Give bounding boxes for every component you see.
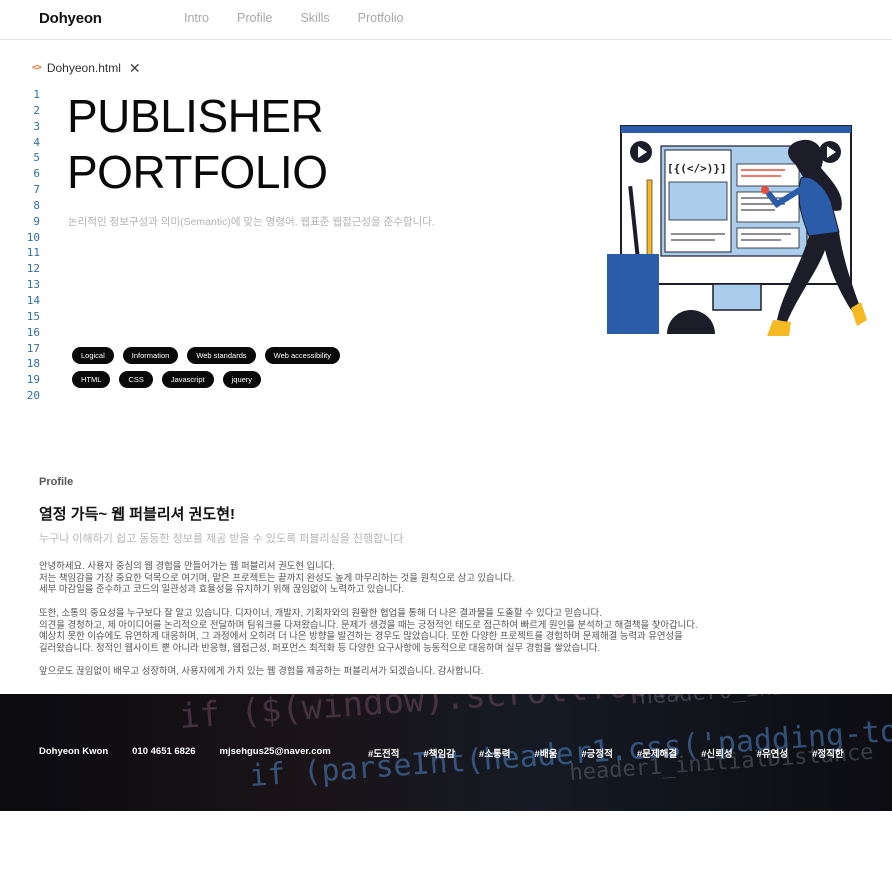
- line-number: 12: [26, 262, 40, 276]
- line-number: 18: [26, 357, 40, 371]
- tag-web-accessibility: Web accessibility: [264, 347, 341, 364]
- skill-tags: Logical Information Web standards Web ac…: [72, 347, 372, 395]
- line-number: 8: [33, 198, 40, 212]
- line-number: 5: [33, 151, 40, 165]
- tag-jquery: jquery: [222, 371, 262, 388]
- line-number: 19: [26, 373, 40, 387]
- tag-logical: Logical: [72, 347, 114, 364]
- keyword-tag: #도전적: [368, 749, 400, 760]
- tag-information: Information: [122, 347, 179, 364]
- nav-skills[interactable]: Skills: [300, 11, 329, 25]
- footer-phone[interactable]: 010 4651 6826: [132, 746, 195, 757]
- site-header: Dohyeon Intro Profile Skills Protfolio: [0, 0, 892, 40]
- code-icon: <>: [32, 63, 42, 73]
- footer-email[interactable]: mjsehgus25@naver.com: [220, 746, 331, 757]
- line-number: 20: [26, 389, 40, 403]
- hero-title-line-1: PUBLISHER: [67, 90, 324, 142]
- keyword-tag: #신뢰성: [701, 749, 733, 760]
- profile-paragraph: 앞으로도 끊임없이 배우고 성장하며, 사용자에게 가치 있는 웹 경험을 제공…: [39, 665, 739, 677]
- keyword-tag: #유연성: [756, 749, 789, 760]
- profile-title: 열정 가득~ 웹 퍼블리셔 권도현!: [39, 506, 236, 523]
- tag-row: HTML CSS Javascript jquery: [72, 371, 372, 388]
- blue-block: [607, 254, 659, 334]
- monitor-top-bar: [621, 126, 851, 133]
- line-number: 15: [26, 309, 40, 323]
- profile-line: 길러왔습니다. 정적인 웹사이트 뿐 아니라 반응형, 웹접근성, 퍼포먼스 최…: [39, 641, 600, 653]
- line-number: 3: [33, 119, 40, 133]
- keyword-tag: #책임감: [423, 749, 456, 760]
- site-logo[interactable]: Dohyeon: [39, 10, 102, 27]
- profile-line: 저는 책임감을 가장 중요한 덕목으로 여기며, 맡은 프로젝트는 끝까지 완성…: [39, 571, 515, 583]
- keyword-tag: #배움: [534, 749, 558, 760]
- keyword-tag: #정직한: [812, 749, 844, 760]
- profile-subtitle: 누구나 이해하기 쉽고 동등한 정보를 제공 받을 수 있도록 퍼블리싱을 진행…: [39, 533, 404, 545]
- line-number: 10: [26, 230, 40, 244]
- keyword-tag: #소통력: [479, 749, 511, 760]
- tab-file-name: Dohyeon.html: [46, 61, 121, 75]
- profile-paragraph: 안녕하세요. 사용자 중심의 웹 경험을 만들어가는 웹 퍼블리셔 권도현 입니…: [39, 560, 739, 595]
- profile-line: 또한, 소통의 중요성을 누구보다 잘 알고 있습니다. 디자이너, 개발자, …: [39, 606, 602, 618]
- line-numbers: 1 2 3 4 5 6 7 8 9 10 11 12 13 14 15 16 1…: [26, 87, 40, 404]
- nav-intro[interactable]: Intro: [184, 11, 209, 25]
- close-icon[interactable]: ✕: [129, 61, 141, 75]
- line-number: 7: [33, 183, 40, 197]
- line-number: 14: [26, 293, 40, 307]
- tag-row: Logical Information Web standards Web ac…: [72, 347, 372, 364]
- line-number: 1: [33, 88, 40, 101]
- profile-line: 앞으로도 끊임없이 배우고 성장하며, 사용자에게 가치 있는 웹 경험을 제공…: [39, 665, 484, 677]
- hero-illustration: [{(</>)}]: [607, 125, 867, 336]
- editor-tab[interactable]: <> Dohyeon.html ✕: [32, 60, 141, 76]
- line-number: 4: [33, 135, 40, 149]
- profile-line: 의견을 경청하고, 제 아이디어를 논리적으로 전달하며 팀워크를 다져왔습니다…: [39, 618, 698, 630]
- line-number: 13: [26, 278, 40, 292]
- illustration-code-text: [{(</>)}]: [667, 162, 727, 175]
- site-footer: if ($(window).scrollTop() ... header0_in…: [0, 694, 892, 811]
- footer-contact: Dohyeon Kwon 010 4651 6826 mjsehgus25@na…: [39, 746, 355, 757]
- hero-description: 논리적인 정보구성과 의미(Semantic)에 맞는 명령어, 웹표준 웹접근…: [68, 216, 435, 228]
- keyword-tag: #긍정적: [581, 749, 613, 760]
- nav-profile[interactable]: Profile: [237, 11, 272, 25]
- monitor-stand: [712, 283, 762, 311]
- profile-line: 세부 마감일을 준수하고 코드의 일관성과 효율성을 유지하기 위해 끊임없이 …: [39, 583, 405, 595]
- tag-web-standards: Web standards: [187, 347, 256, 364]
- hero-title: PUBLISHER PORTFOLIO: [67, 88, 328, 200]
- profile-line: 예상치 못한 이슈에도 유연하게 대응하며, 그 과정에서 오히려 더 나은 방…: [39, 630, 683, 642]
- profile-paragraph: 또한, 소통의 중요성을 누구보다 잘 알고 있습니다. 디자이너, 개발자, …: [39, 607, 739, 654]
- hero-title-line-2: PORTFOLIO: [67, 146, 328, 198]
- main-nav: Intro Profile Skills Protfolio: [184, 11, 431, 25]
- line-number: 11: [26, 246, 40, 260]
- keyword-tag: #문제해결: [636, 749, 678, 760]
- line-number: 16: [26, 325, 40, 339]
- profile-section-label: Profile: [39, 476, 74, 488]
- footer-keywords: #도전적 #책임감 #소통력 #배움 #긍정적 #문제해결 #신뢰성 #유연성 …: [368, 746, 868, 760]
- profile-line: 안녕하세요. 사용자 중심의 웹 경험을 만들어가는 웹 퍼블리셔 권도현 입니…: [39, 560, 336, 571]
- line-number: 6: [33, 167, 40, 181]
- profile-body: 안녕하세요. 사용자 중심의 웹 경험을 만들어가는 웹 퍼블리셔 권도현 입니…: [39, 560, 739, 689]
- footer-name: Dohyeon Kwon: [39, 746, 109, 757]
- line-number: 17: [26, 341, 40, 355]
- tag-html: HTML: [72, 371, 111, 388]
- tag-javascript: Javascript: [161, 371, 214, 388]
- line-number: 9: [33, 214, 40, 228]
- tag-css: CSS: [119, 371, 153, 388]
- nav-portfolio[interactable]: Protfolio: [358, 11, 404, 25]
- line-number: 2: [33, 103, 40, 117]
- code-line: header0_initialPadding: [639, 694, 892, 710]
